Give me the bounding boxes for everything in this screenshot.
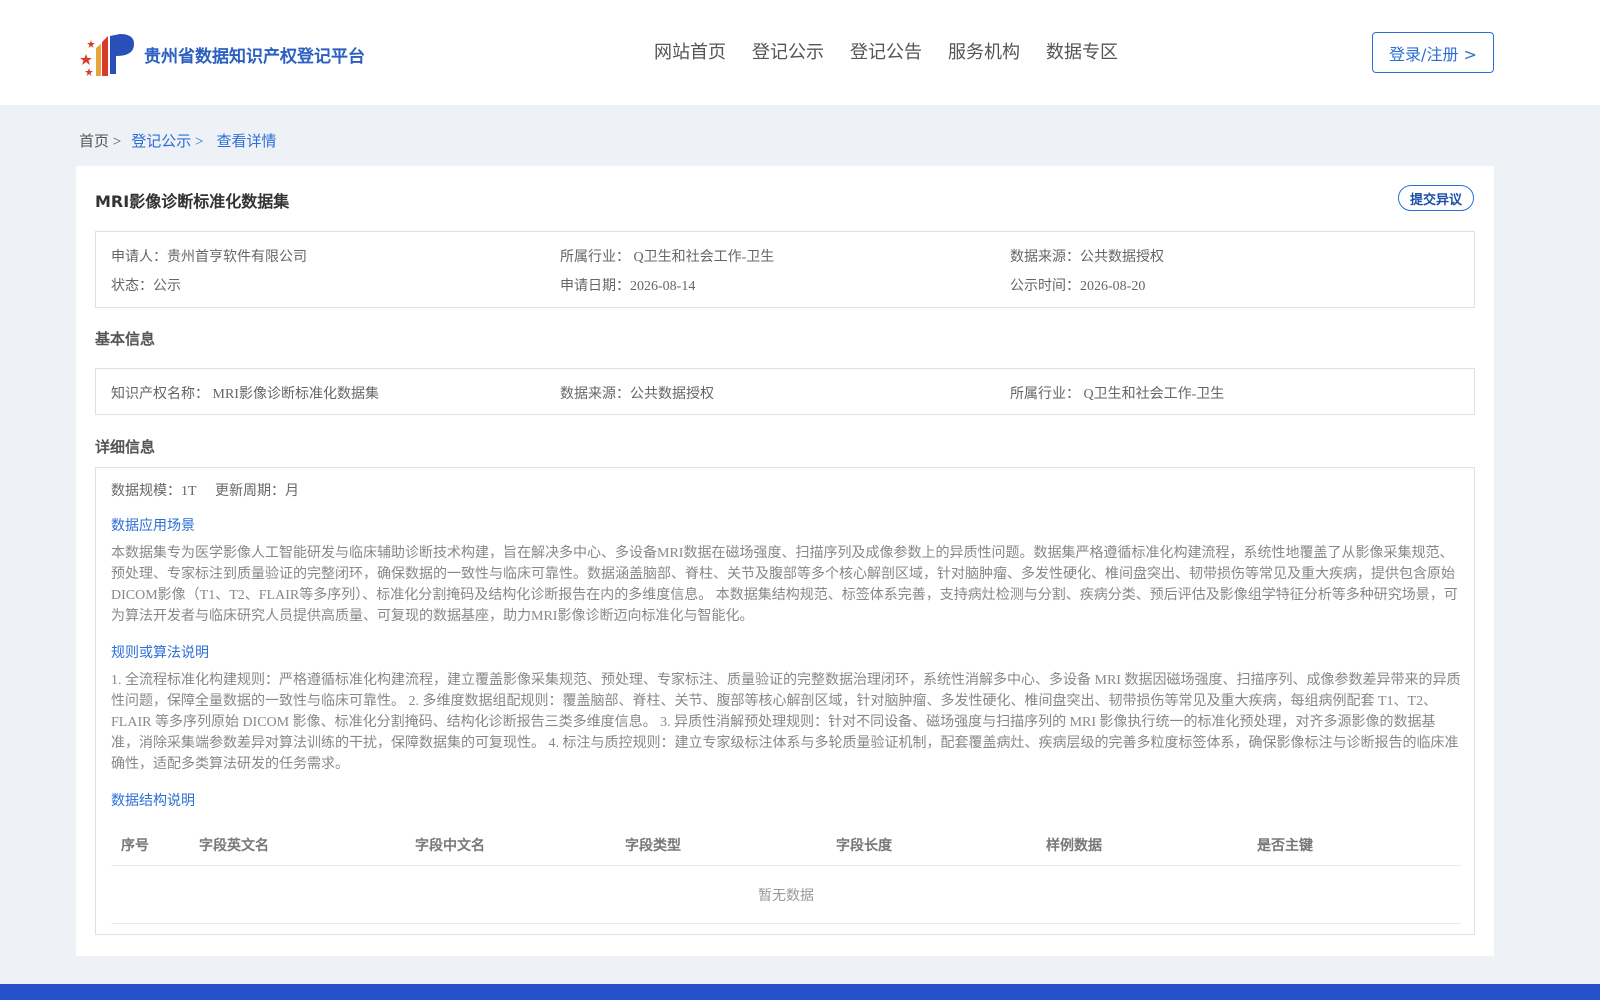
main-nav: 网站首页 登记公示 登记公告 服务机构 数据专区 — [654, 38, 1144, 64]
scenario-text: 本数据集专为医学影像人工智能研发与临床辅助诊断技术构建，旨在解决多中心、多设备M… — [111, 546, 1458, 624]
detail-panel: MRI影像诊断标准化数据集 提交异议 申请人：贵州首亨软件有限公司 所属行业： … — [76, 166, 1494, 956]
structure-heading: 数据结构说明 — [111, 794, 195, 809]
table-empty-state: 暂无数据 — [111, 866, 1461, 924]
ip-name-field: 知识产权名称： MRI影像诊断标准化数据集 — [111, 387, 379, 402]
data-scale-field: 数据规模：1T — [111, 484, 197, 499]
status-field: 状态：公示 — [111, 279, 181, 294]
logo-icon — [80, 34, 134, 76]
col-field-en: 字段英文名 — [199, 838, 269, 854]
nav-registration-publicity[interactable]: 登记公示 — [752, 38, 824, 64]
breadcrumb-section[interactable]: 登记公示 > — [131, 130, 203, 151]
basic-info-box: 知识产权名称： MRI影像诊断标准化数据集 数据来源：公共数据授权 所属行业： … — [95, 368, 1475, 415]
footer-bar — [0, 984, 1600, 1000]
breadcrumb-home[interactable]: 首页 > — [79, 130, 121, 151]
rules-text: 1. 全流程标准化构建规则：严格遵循标准化构建流程，建立覆盖影像采集规范、预处理… — [111, 673, 1461, 772]
site-title: 贵州省数据知识产权登记平台 — [144, 46, 365, 67]
site-header: 贵州省数据知识产权登记平台 网站首页 登记公示 登记公告 服务机构 数据专区 登… — [0, 0, 1600, 105]
applicant-field: 申请人：贵州首亨软件有限公司 — [111, 250, 307, 265]
basic-industry-field: 所属行业： Q卫生和社会工作-卫生 — [1010, 387, 1225, 402]
data-source-field: 数据来源：公共数据授权 — [1010, 250, 1164, 265]
scenario-heading: 数据应用场景 — [111, 519, 195, 534]
nav-service-agencies[interactable]: 服务机构 — [948, 38, 1020, 64]
basic-source-field: 数据来源：公共数据授权 — [560, 387, 714, 402]
structure-table-header: 序号 字段英文名 字段中文名 字段类型 字段长度 样例数据 是否主键 — [111, 826, 1461, 866]
col-index: 序号 — [121, 838, 149, 854]
page-title: MRI影像诊断标准化数据集 — [95, 192, 290, 211]
col-field-length: 字段长度 — [836, 838, 892, 854]
apply-date-field: 申请日期：2026-08-14 — [560, 279, 696, 294]
summary-box: 申请人：贵州首亨软件有限公司 所属行业： Q卫生和社会工作-卫生 数据来源：公共… — [95, 231, 1475, 308]
detail-info-box: 数据规模：1T 更新周期：月 数据应用场景 本数据集专为医学影像人工智能研发与临… — [95, 467, 1475, 935]
nav-home[interactable]: 网站首页 — [654, 38, 726, 64]
site-logo[interactable]: 贵州省数据知识产权登记平台 — [80, 28, 365, 80]
rules-heading: 规则或算法说明 — [111, 646, 209, 661]
industry-field: 所属行业： Q卫生和社会工作-卫生 — [560, 250, 775, 265]
publish-date-field: 公示时间：2026-08-20 — [1010, 279, 1146, 294]
login-register-button[interactable]: 登录/注册 > — [1372, 32, 1494, 73]
nav-registration-announcement[interactable]: 登记公告 — [850, 38, 922, 64]
detail-info-heading: 详细信息 — [95, 438, 156, 456]
breadcrumb-current: 查看详情 — [216, 134, 277, 150]
nav-data-zone[interactable]: 数据专区 — [1046, 38, 1118, 64]
update-cycle-field: 更新周期：月 — [215, 484, 299, 499]
col-primary-key: 是否主键 — [1257, 838, 1313, 854]
col-field-type: 字段类型 — [625, 838, 681, 854]
submit-objection-button[interactable]: 提交异议 — [1398, 185, 1474, 211]
col-field-cn: 字段中文名 — [415, 838, 485, 854]
col-sample-data: 样例数据 — [1046, 838, 1102, 854]
breadcrumb: 首页 > 登记公示 > 查看详情 — [79, 130, 276, 151]
basic-info-heading: 基本信息 — [95, 330, 156, 348]
